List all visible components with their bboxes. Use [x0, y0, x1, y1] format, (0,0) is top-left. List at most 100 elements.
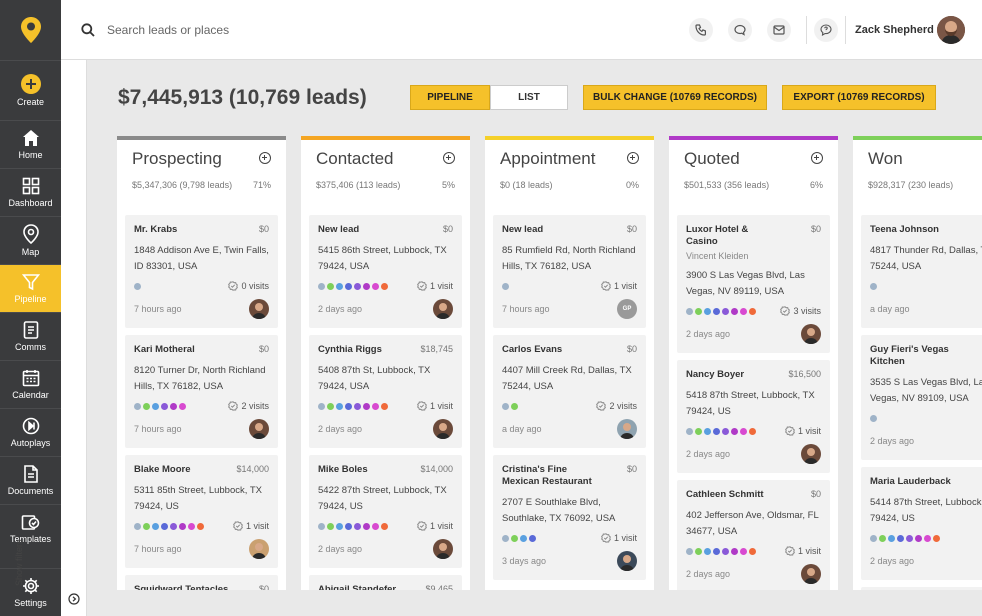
lead-name: Maria Lauderback [870, 476, 951, 487]
nav-templates[interactable]: Templates [0, 504, 61, 552]
stage-dot [870, 414, 877, 422]
logo[interactable] [0, 0, 61, 60]
lead-card[interactable]: Kari Motheral $0 8120 Turner Dr, North Ric… [125, 335, 278, 448]
lead-value: $0 [258, 344, 269, 354]
lead-value: $18,745 [420, 344, 453, 354]
lead-card[interactable]: Cristina's Fine Mexican Restaurant $0 2707… [493, 455, 646, 580]
stage-dots [134, 282, 141, 290]
lead-card[interactable]: Cathleen Schmitt $0 402 Jefferson Ave, Old… [677, 480, 830, 590]
owner-avatar[interactable] [433, 419, 453, 439]
email-button[interactable] [767, 18, 791, 42]
lead-name: Cristina's Fine Mexican Restaurant [502, 464, 592, 487]
lead-card[interactable]: Blake Moore $14,000 5311 85th Street, Lubb… [125, 455, 278, 568]
nav-create-button[interactable]: Create [0, 60, 61, 120]
nav-map[interactable]: Map [0, 216, 61, 264]
add-lead-icon[interactable] [259, 152, 271, 164]
owner-photo-icon [436, 543, 450, 559]
lead-card[interactable]: Mr. Krabs $0 1848 Addison Ave E, Twin Fall… [125, 215, 278, 328]
stage-dot [152, 402, 159, 410]
stage-dot [345, 282, 352, 290]
lead-card[interactable]: Cynthia Riggs $18,745 5408 87th St, Lubboc… [309, 335, 462, 448]
lead-stage-row: 3 visits [686, 305, 821, 317]
lead-card[interactable]: Abigail Standefer $9,465 [309, 575, 462, 590]
list-view-button[interactable]: LIST [490, 85, 568, 110]
owner-avatar[interactable] [433, 299, 453, 319]
owner-avatar[interactable] [617, 551, 637, 571]
stage-dot [197, 522, 204, 530]
column-title: Quoted [684, 149, 740, 168]
search-input[interactable] [107, 20, 507, 40]
owner-avatar[interactable]: GP [617, 299, 637, 319]
stage-dot [134, 402, 141, 410]
nav-comms[interactable]: Comms [0, 312, 61, 360]
lead-card[interactable]: Guy Fieri's Vegas Kitchen 3535 S Las Vega… [861, 335, 982, 460]
lead-card[interactable]: Carlos Evans $0 4407 Mill Creek Rd, Dallas… [493, 335, 646, 448]
lead-address: 5422 87th Street, Lubbock, TX 79424, US [318, 485, 447, 512]
lead-card[interactable]: Mike Boles $14,000 5422 87th Street, Lubbo… [309, 455, 462, 568]
nav-calendar[interactable]: Calendar [0, 360, 61, 408]
owner-avatar[interactable] [801, 444, 821, 464]
pipeline-view-button[interactable]: PIPELINE [410, 85, 490, 110]
stage-dot [915, 534, 922, 542]
lead-card[interactable]: Teena Johnson 4817 Thunder Rd, Dallas, TX… [861, 215, 982, 328]
stage-dot [713, 427, 720, 435]
bulk-change-button[interactable]: BULK CHANGE (10769 RECORDS) [583, 85, 767, 110]
lead-updated-time: 2 days ago [686, 449, 731, 459]
owner-avatar[interactable] [249, 419, 269, 439]
stage-dot [327, 402, 334, 410]
lead-address: 3900 S Las Vegas Blvd, Las Vegas, NV 891… [686, 270, 805, 297]
add-lead-icon[interactable] [627, 152, 639, 164]
lead-footer: 7 hours ago GP [502, 299, 637, 319]
stage-dot [511, 534, 518, 542]
column-cards: Mr. Krabs $0 1848 Addison Ave E, Twin Fall… [125, 215, 278, 590]
comms-icon [23, 321, 38, 339]
lead-card[interactable]: New lead $0 85 Rumfield Rd, North Richland… [493, 215, 646, 328]
user-avatar[interactable] [937, 16, 965, 44]
lead-card[interactable]: Squidward Tentacles $0 [125, 575, 278, 590]
chat-button[interactable] [728, 18, 752, 42]
owner-avatar[interactable] [249, 299, 269, 319]
stage-dot [695, 427, 702, 435]
lead-address: 3535 S Las Vegas Blvd, Las Vegas, NV 891… [870, 377, 982, 404]
lead-footer: a day ago [502, 419, 637, 439]
lead-updated-time: 7 hours ago [134, 304, 182, 314]
nav-settings[interactable]: Settings [0, 568, 61, 616]
export-button[interactable]: EXPORT (10769 RECORDS) [782, 85, 936, 110]
stage-dot [134, 522, 141, 530]
lead-card[interactable]: Luxor Hotel & Casino $0 Vincent Kleiden 390… [677, 215, 830, 353]
nav-settings-label: Settings [14, 598, 47, 608]
check-badge-icon [785, 546, 795, 556]
lead-name: Teena Johnson [870, 224, 939, 235]
lead-card[interactable]: Nancy Boyer $16,500 5418 87th Street, Lubb… [677, 360, 830, 473]
lead-stage-row: 1 visit [686, 425, 821, 437]
phone-button[interactable] [689, 18, 713, 42]
nav-autoplays[interactable]: Autoplays [0, 408, 61, 456]
lead-card[interactable]: New lead $0 5415 86th Street, Lubbock, TX … [309, 215, 462, 328]
show-filters-label[interactable]: Show filters [14, 539, 24, 586]
nav-documents-label: Documents [7, 486, 54, 496]
user-name[interactable]: Zack Shepherd [855, 24, 934, 36]
nav-documents[interactable]: Documents [0, 456, 61, 504]
lead-stage-row [870, 280, 982, 292]
nav-pipeline-label: Pipeline [14, 294, 47, 304]
add-lead-icon[interactable] [443, 152, 455, 164]
filters-strip[interactable] [61, 60, 87, 616]
owner-avatar[interactable] [801, 324, 821, 344]
lead-card[interactable]: Lawrence Banks [861, 587, 982, 590]
plus-circle-icon [20, 74, 41, 94]
stage-dot [888, 534, 895, 542]
add-lead-icon[interactable] [811, 152, 823, 164]
nav-home[interactable]: Home [0, 120, 61, 168]
filter-toggle-icon[interactable] [68, 593, 80, 605]
nav-dashboard[interactable]: Dashboard [0, 168, 61, 216]
owner-avatar[interactable] [801, 564, 821, 584]
lead-address: 5415 86th Street, Lubbock, TX 79424, USA [318, 245, 447, 272]
help-button[interactable] [814, 18, 838, 42]
owner-avatar[interactable] [249, 539, 269, 559]
owner-avatar[interactable] [617, 419, 637, 439]
lead-card[interactable]: Maria Lauderback 5414 87th Street, Lubboc… [861, 467, 982, 580]
lead-updated-time: 2 days ago [318, 424, 363, 434]
nav-pipeline[interactable]: Pipeline [0, 264, 61, 312]
owner-avatar[interactable] [433, 539, 453, 559]
lead-updated-time: 2 days ago [318, 544, 363, 554]
